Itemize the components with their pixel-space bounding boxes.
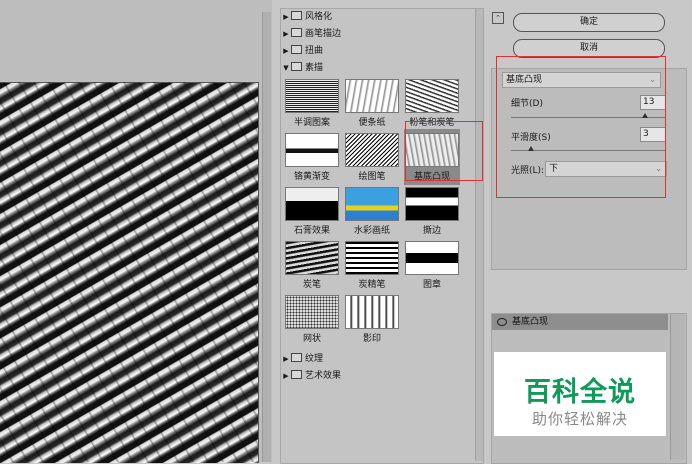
ok-button[interactable]: 确定: [513, 13, 665, 32]
category-artistic[interactable]: ▶ 艺术效果: [281, 370, 469, 383]
thumb-label: 影印: [362, 334, 381, 344]
charcoal-thumb-image: [285, 241, 339, 275]
settings-highlight: [496, 56, 666, 198]
chalk-charcoal-thumb-image: [405, 79, 459, 113]
preview-scrollbar[interactable]: [262, 12, 271, 462]
filter-thumb-charcoal[interactable]: 炭笔: [284, 241, 340, 290]
watermark: 百科全说 助你轻松解决: [494, 352, 666, 436]
expand-arrow-icon: ▶: [283, 372, 289, 380]
thumb-label: 石膏效果: [293, 226, 330, 236]
expand-arrow-icon: ▶: [283, 355, 289, 363]
selected-thumb-highlight: [405, 121, 483, 181]
conte-crayon-thumb-image: [345, 241, 399, 275]
category-texture[interactable]: ▶ 纹理: [281, 353, 469, 366]
photocopy-thumb-image: [345, 295, 399, 329]
collapse-arrow-icon: ▼: [283, 64, 289, 72]
layers-scrollbar[interactable]: [670, 314, 685, 460]
folder-icon: [291, 45, 302, 54]
filter-thumb-stamp[interactable]: 图章: [404, 241, 460, 290]
filter-thumb-halftone[interactable]: 半调图案: [284, 79, 340, 128]
eye-icon[interactable]: [497, 318, 507, 326]
thumb-label: 炭笔: [302, 280, 321, 290]
category-stylize[interactable]: ▶ 风格化: [281, 11, 469, 24]
category-label: 扭曲: [305, 46, 324, 56]
filter-thumb-note-paper[interactable]: 便条纸: [344, 79, 400, 128]
thumb-label: 网状: [302, 334, 321, 344]
thumb-label: 半调图案: [293, 118, 330, 128]
water-paper-thumb-image: [345, 187, 399, 221]
filter-thumb-graphic-pen[interactable]: 绘图笔: [344, 133, 400, 182]
folder-icon: [291, 353, 302, 362]
expand-arrow-icon: ▶: [283, 30, 289, 38]
category-label: 画笔描边: [305, 29, 342, 39]
filter-thumb-plaster[interactable]: 石膏效果: [284, 187, 340, 236]
filter-thumb-conte-crayon[interactable]: 炭精笔: [344, 241, 400, 290]
filter-thumb-torn-edges[interactable]: 撕边: [404, 187, 460, 236]
halftone-thumb-image: [285, 79, 339, 113]
effect-layer-row[interactable]: 基底凸现: [492, 314, 668, 330]
thumb-label: 撕边: [422, 226, 441, 236]
category-brush-strokes[interactable]: ▶ 画笔描边: [281, 28, 469, 41]
watermark-title: 百科全说: [524, 377, 636, 408]
category-label: 素描: [305, 63, 324, 73]
filter-thumb-water-paper[interactable]: 水彩画纸: [344, 187, 400, 236]
preview-texture: [0, 82, 258, 462]
folder-icon: [291, 28, 302, 37]
plaster-thumb-image: [285, 187, 339, 221]
folder-icon: [291, 11, 302, 20]
category-label: 纹理: [305, 354, 324, 364]
filter-thumb-photocopy[interactable]: 影印: [344, 295, 400, 344]
expand-arrow-icon: ▶: [283, 47, 289, 55]
thumb-label: 铬黄渐变: [293, 172, 330, 182]
torn-edges-thumb-image: [405, 187, 459, 221]
collapse-gallery-icon[interactable]: ⌃: [492, 12, 504, 24]
filter-gallery: ▶ 风格化 ▶ 画笔描边 ▶ 扭曲 ▼ 素描 半调图案 便条纸 粉笔和炭笔 铬黄渐变 绘…: [280, 8, 484, 464]
stamp-thumb-image: [405, 241, 459, 275]
graphic-pen-thumb-image: [345, 133, 399, 167]
thumb-label: 便条纸: [358, 118, 386, 128]
reticulation-thumb-image: [285, 295, 339, 329]
filter-thumb-reticulation[interactable]: 网状: [284, 295, 340, 344]
gallery-scrollbar[interactable]: [475, 9, 483, 461]
thumb-label: 绘图笔: [358, 172, 386, 182]
category-label: 风格化: [305, 12, 333, 22]
chrome-thumb-image: [285, 133, 339, 167]
category-distort[interactable]: ▶ 扭曲: [281, 45, 469, 58]
expand-arrow-icon: ▶: [283, 13, 289, 21]
open-folder-icon: [291, 62, 302, 71]
effect-layer-label: 基底凸现: [512, 317, 549, 327]
watermark-subtitle: 助你轻松解决: [531, 410, 628, 428]
filter-thumb-chrome[interactable]: 铬黄渐变: [284, 133, 340, 182]
note-paper-thumb-image: [345, 79, 399, 113]
thumb-label: 水彩画纸: [353, 226, 390, 236]
thumb-label: 炭精笔: [358, 280, 386, 290]
folder-icon: [291, 370, 302, 379]
category-label: 艺术效果: [305, 371, 342, 381]
category-sketch[interactable]: ▼ 素描: [281, 62, 469, 75]
thumb-label: 图章: [422, 280, 441, 290]
